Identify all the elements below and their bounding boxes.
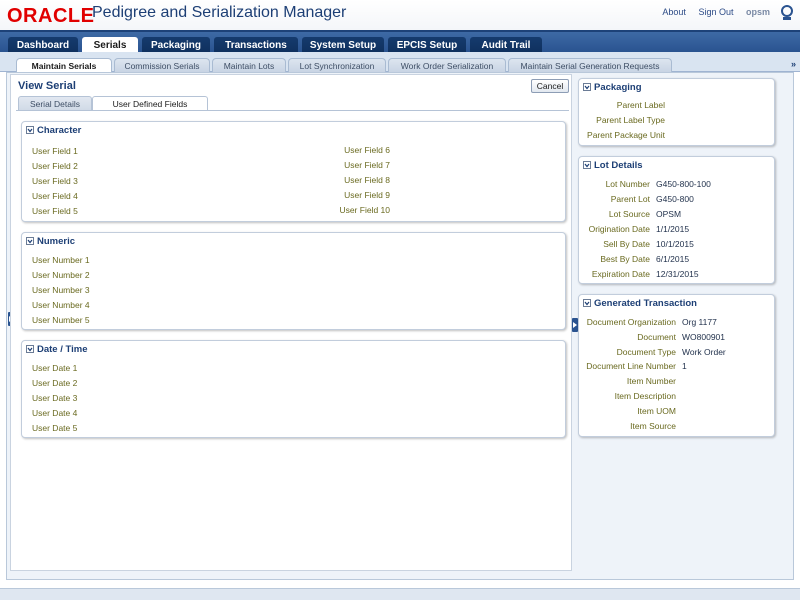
best-by-date-label: Best By Date	[600, 254, 650, 264]
user-number-4-label: User Number 4	[32, 300, 90, 310]
user-date-5-label: User Date 5	[32, 423, 78, 433]
user-field-2-label: User Field 2	[32, 161, 78, 171]
parent-package-unit-label: Parent Package Unit	[587, 130, 665, 140]
parent-lot-value: G450-800	[656, 194, 694, 204]
document-organization-value: Org 1177	[682, 317, 717, 327]
document-label: Document	[637, 332, 676, 342]
lot-details-title: Lot Details	[594, 160, 643, 171]
user-date-4-label: User Date 4	[32, 408, 78, 418]
numeric-panel-title[interactable]: Numeric	[26, 236, 75, 247]
item-uom-label: Item UOM	[637, 406, 676, 416]
user-field-4-label: User Field 4	[32, 191, 78, 201]
lot-source-label: Lot Source	[608, 209, 650, 219]
character-panel-title[interactable]: Character	[26, 125, 81, 136]
numeric-panel: Numeric User Number 1 User Number 2 User…	[21, 232, 566, 330]
subtab-work-order-serialization[interactable]: Work Order Serialization	[388, 58, 506, 72]
packaging-panel: Packaging Parent Label Parent Label Type…	[578, 78, 775, 146]
generated-transaction-panel: Generated Transaction Document Organizat…	[578, 294, 775, 437]
tab-serial-details[interactable]: Serial Details	[18, 96, 92, 111]
chevron-down-icon[interactable]	[583, 83, 591, 91]
subtab-maintain-lots[interactable]: Maintain Lots	[212, 58, 286, 72]
user-number-3-label: User Number 3	[32, 285, 90, 295]
user-field-7-label: User Field 7	[344, 160, 390, 170]
lot-source-value: OPSM	[656, 209, 682, 219]
user-field-1-label: User Field 1	[32, 146, 78, 156]
user-field-8-label: User Field 8	[344, 175, 390, 185]
expiration-date-value: 12/31/2015	[656, 269, 699, 279]
parent-lot-label: Parent Lot	[610, 194, 650, 204]
sub-nav: Maintain Serials Commission Serials Main…	[0, 52, 800, 72]
packaging-panel-title[interactable]: Packaging	[583, 82, 642, 93]
more-tabs-icon[interactable]: »	[791, 59, 796, 69]
parent-label-type-label: Parent Label Type	[596, 115, 665, 125]
character-panel: Character User Field 1 User Field 2 User…	[21, 121, 566, 222]
status-bar	[0, 588, 800, 600]
about-link[interactable]: About	[662, 7, 686, 17]
document-value: WO800901	[682, 332, 725, 342]
origination-date-value: 1/1/2015	[656, 224, 690, 234]
app-title: Pedigree and Serialization Manager	[92, 4, 347, 21]
chevron-down-icon[interactable]	[583, 161, 591, 169]
generated-transaction-panel-title[interactable]: Generated Transaction	[583, 298, 697, 309]
user-date-1-label: User Date 1	[32, 363, 78, 373]
user-number-5-label: User Number 5	[32, 315, 90, 325]
user-field-3-label: User Field 3	[32, 176, 78, 186]
chevron-down-icon[interactable]	[583, 299, 591, 307]
subtab-lot-synchronization[interactable]: Lot Synchronization	[288, 58, 386, 72]
chevron-down-icon[interactable]	[26, 237, 34, 245]
lot-details-panel: Lot Details Lot Number G450-800-100 Pare…	[578, 156, 775, 284]
user-date-3-label: User Date 3	[32, 393, 78, 403]
help-icon[interactable]	[780, 4, 794, 22]
document-organization-label: Document Organization	[586, 317, 676, 327]
item-source-label: Item Source	[630, 421, 676, 431]
best-by-date-value: 6/1/2015	[656, 254, 690, 264]
subtab-commission-serials[interactable]: Commission Serials	[114, 58, 210, 72]
tab-user-defined-fields[interactable]: User Defined Fields	[92, 96, 208, 111]
document-line-number-label: Document Line Number	[586, 361, 676, 371]
character-title: Character	[37, 125, 82, 136]
global-links: About Sign Out opsm	[652, 7, 770, 17]
lot-details-panel-title[interactable]: Lot Details	[583, 160, 643, 171]
lot-number-value: G450-800-100	[656, 179, 711, 189]
chevron-down-icon[interactable]	[26, 345, 34, 353]
subtab-maintain-serials[interactable]: Maintain Serials	[16, 58, 112, 72]
user-field-6-label: User Field 6	[344, 145, 390, 155]
cancel-button[interactable]: Cancel	[531, 79, 569, 93]
document-type-label: Document Type	[616, 347, 676, 357]
subtab-maintain-serial-generation-requests[interactable]: Maintain Serial Generation Requests	[508, 58, 672, 72]
item-description-label: Item Description	[614, 391, 676, 401]
datetime-title: Date / Time	[37, 344, 88, 355]
tab-divider	[16, 110, 569, 111]
sell-by-date-label: Sell By Date	[603, 239, 650, 249]
document-line-number-value: 1	[682, 361, 687, 371]
lot-number-label: Lot Number	[605, 179, 650, 189]
main-nav: Dashboard Serials Packaging Transactions…	[0, 30, 800, 54]
document-type-value: Work Order	[682, 347, 726, 357]
user-field-9-label: User Field 9	[344, 190, 390, 200]
parent-label-label: Parent Label	[616, 100, 665, 110]
app-header: ORACLE Pedigree and Serialization Manage…	[0, 0, 800, 30]
chevron-down-icon[interactable]	[26, 126, 34, 134]
user-field-5-label: User Field 5	[32, 206, 78, 216]
datetime-panel-title[interactable]: Date / Time	[26, 344, 88, 355]
user-number-2-label: User Number 2	[32, 270, 90, 280]
sign-out-link[interactable]: Sign Out	[698, 7, 733, 17]
opsm-user-label: opsm	[745, 7, 770, 17]
page-title: View Serial	[18, 80, 76, 92]
user-number-1-label: User Number 1	[32, 255, 90, 265]
packaging-title: Packaging	[594, 82, 642, 93]
generated-transaction-title: Generated Transaction	[594, 298, 697, 309]
origination-date-label: Origination Date	[588, 224, 650, 234]
user-date-2-label: User Date 2	[32, 378, 78, 388]
numeric-title: Numeric	[37, 236, 76, 247]
oracle-logo: ORACLE	[7, 5, 95, 27]
item-number-label: Item Number	[626, 376, 676, 386]
datetime-panel: Date / Time User Date 1 User Date 2 User…	[21, 340, 566, 438]
user-field-10-label: User Field 10	[339, 205, 390, 215]
sell-by-date-value: 10/1/2015	[656, 239, 694, 249]
expiration-date-label: Expiration Date	[591, 269, 650, 279]
